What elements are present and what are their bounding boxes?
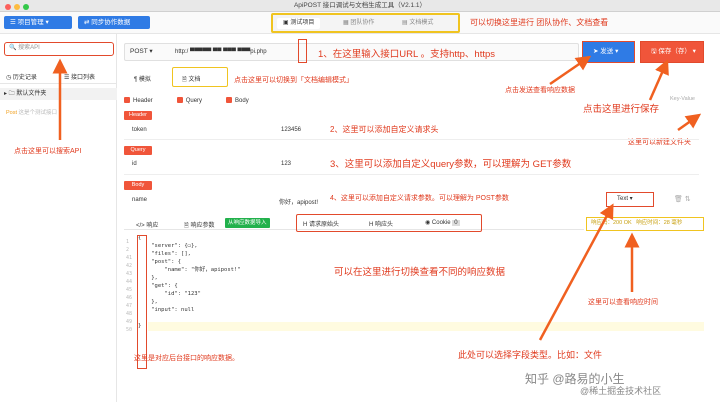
watermark-secondary: @稀土掘金技术社区 [580, 386, 662, 396]
arrow-save [648, 59, 669, 101]
arrow-folder [677, 113, 702, 132]
arrow-field-type [538, 203, 614, 341]
arrow-send [549, 55, 592, 86]
annotation-arrows [52, 55, 702, 341]
